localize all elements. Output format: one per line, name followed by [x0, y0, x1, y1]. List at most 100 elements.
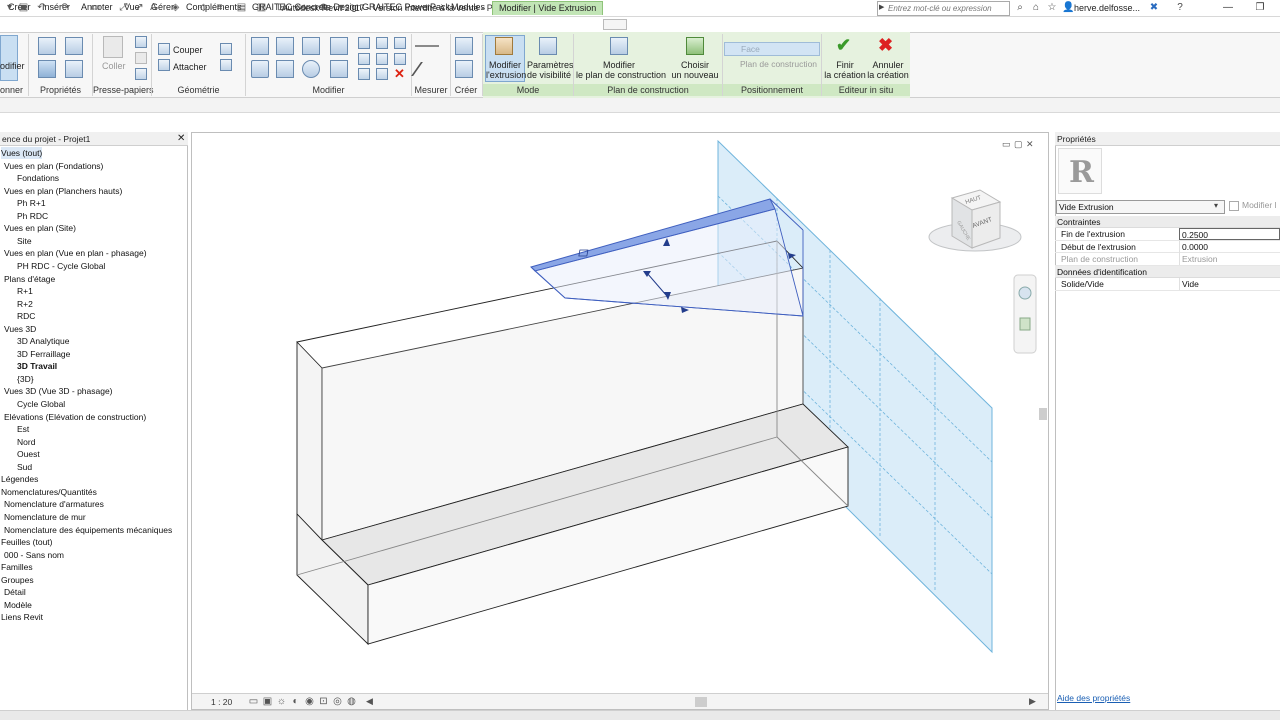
communication-center-icon[interactable]: ⌂ [1030, 2, 1042, 14]
select-panel-label[interactable]: onner [0, 84, 24, 96]
join-label[interactable]: Attacher [173, 62, 207, 72]
user-name[interactable]: herve.delfosse... [1074, 3, 1140, 13]
pick-new-label-2[interactable]: un nouveau [670, 70, 720, 80]
qat-measure-icon[interactable]: ⤢ [118, 2, 129, 13]
tab-graitec-powerpack[interactable]: GRAITEC PowerPack [356, 1, 456, 15]
prop-value-input[interactable]: 0.2500 [1179, 228, 1280, 240]
properties-help-link[interactable]: Aide des propriétés [1057, 693, 1130, 703]
family-category-icon[interactable] [65, 60, 83, 78]
finish-label-2[interactable]: la création [822, 70, 868, 80]
edit-work-plane-icon[interactable] [610, 37, 628, 55]
crop-icon[interactable]: ⊡ [318, 696, 329, 707]
type-properties-icon[interactable] [38, 37, 56, 55]
category-contraintes[interactable]: Contraintes [1055, 216, 1280, 228]
mirror-axis-icon[interactable] [302, 37, 320, 55]
type-selector[interactable]: Vide Extrusion [1056, 200, 1225, 214]
chevron-down-icon[interactable]: ▾ [1214, 201, 1218, 210]
pick-new-host-icon[interactable] [686, 37, 704, 55]
properties-icon[interactable] [65, 37, 83, 55]
copy-element-icon[interactable] [276, 60, 294, 78]
search-input[interactable]: Entrez mot-clé ou expression [877, 1, 1010, 16]
edit-work-plane-label-1[interactable]: Modifier [576, 60, 662, 70]
join-icon[interactable] [158, 59, 170, 71]
ribbon-options-toggle[interactable] [603, 19, 627, 30]
pin-icon[interactable] [394, 37, 406, 49]
cut-icon[interactable] [135, 36, 147, 48]
split-gap-icon[interactable] [376, 37, 388, 49]
qat-back-icon[interactable]: ⇦ [294, 2, 305, 13]
close-icon[interactable]: ✕ [177, 133, 185, 144]
tree-item[interactable]: Elévations (Elévation de construction) [4, 411, 146, 423]
split-icon[interactable] [358, 37, 370, 49]
reveal-hidden-icon[interactable]: ◍ [346, 696, 357, 707]
tree-item[interactable]: Modèle [4, 599, 32, 611]
visibility-settings-label-1[interactable]: Paramètres [527, 60, 574, 70]
copy-icon[interactable] [135, 52, 147, 64]
shadows-icon[interactable]: ◐ [290, 696, 301, 707]
tree-item[interactable]: Liens Revit [1, 611, 43, 623]
mirror-draw-icon[interactable] [330, 37, 348, 55]
unpin-icon[interactable] [394, 53, 406, 65]
face-button[interactable]: Face [724, 42, 820, 56]
wall-join-icon[interactable] [220, 43, 232, 55]
tab-modifier-vide-extrusion[interactable]: Modifier | Vide Extrusion [492, 1, 604, 15]
prop-value[interactable]: 0.0000 [1179, 240, 1280, 253]
tree-item[interactable]: Familles [1, 561, 33, 573]
sun-path-icon[interactable]: ☼ [276, 696, 287, 707]
tree-item[interactable]: Détail [4, 586, 26, 598]
tree-item[interactable]: Site [17, 235, 32, 247]
qat-thin-lines-icon[interactable]: ≡ [214, 2, 225, 13]
tree-item[interactable]: {3D} [17, 373, 34, 385]
scroll-right-icon[interactable]: ▶ [1029, 696, 1036, 707]
tree-item[interactable]: Nord [17, 436, 35, 448]
tree-item[interactable]: Groupes [1, 574, 34, 586]
tree-item[interactable]: Vues en plan (Site) [4, 222, 76, 234]
visibility-settings-label-2[interactable]: de visibilité [527, 70, 571, 80]
qat-dimension-icon[interactable]: ↗ [134, 2, 145, 13]
temp-hide-icon[interactable]: ◎ [332, 696, 343, 707]
array-icon[interactable] [358, 53, 370, 65]
restore-button[interactable]: ❐ [1252, 1, 1268, 15]
favorites-star-icon[interactable]: ☆ [1046, 2, 1058, 14]
work-plane-button[interactable]: Plan de construction [724, 58, 820, 72]
create-group-icon[interactable] [455, 37, 473, 55]
tree-item[interactable]: Ph RDC [17, 210, 48, 222]
tree-item[interactable]: 3D Travail [17, 360, 57, 372]
render-icon[interactable]: ◉ [304, 696, 315, 707]
tree-item[interactable]: RDC [17, 310, 35, 322]
tree-item[interactable]: Ouest [17, 448, 40, 460]
qat-undo-icon[interactable]: ↶ [36, 2, 47, 13]
trim-extend-icon[interactable] [330, 60, 348, 78]
move-icon[interactable] [251, 60, 269, 78]
exchange-apps-icon[interactable]: ✖ [1148, 2, 1160, 14]
tree-item[interactable]: Vues 3D [4, 323, 36, 335]
tree-item[interactable]: Ph R+1 [17, 197, 46, 209]
qat-redo-icon[interactable]: ↷ [60, 2, 71, 13]
tree-item[interactable]: Vues en plan (Vue en plan - phasage) [4, 247, 147, 259]
cancel-x-icon[interactable]: ✖ [878, 35, 893, 56]
qat-detail-icon[interactable]: ⊡ [276, 2, 287, 13]
tree-item[interactable]: PH RDC - Cycle Global [17, 260, 105, 272]
cut-geometry-label[interactable]: Couper [173, 45, 203, 55]
tab-modules[interactable]: Modules [445, 1, 491, 15]
prop-row-debut-extrusion[interactable]: Début de l'extrusion 0.0000 [1055, 240, 1280, 253]
tree-item[interactable]: Vues (tout) [1, 147, 43, 159]
prop-row-fin-extrusion[interactable]: Fin de l'extrusion 0.2500 [1055, 228, 1280, 241]
tree-item[interactable]: Fondations [17, 172, 59, 184]
finish-label-1[interactable]: Finir [822, 60, 868, 70]
qat-text-icon[interactable]: A [148, 2, 159, 13]
view-scale[interactable]: 1 : 20 [211, 697, 232, 707]
binoculars-icon[interactable]: ⌕ [1014, 2, 1026, 14]
cancel-label-1[interactable]: Annuler [866, 60, 910, 70]
edit-work-plane-label-2[interactable]: le plan de construction [576, 70, 666, 80]
tree-item[interactable]: Vues en plan (Planchers hauts) [4, 185, 122, 197]
tree-item[interactable]: Vues en plan (Fondations) [4, 160, 103, 172]
minimize-button[interactable]: — [1220, 1, 1236, 15]
delete-icon[interactable]: ✕ [394, 66, 405, 82]
tree-item[interactable]: Cycle Global [17, 398, 65, 410]
search-expand-icon[interactable]: ▶ [879, 3, 884, 11]
edit-type-button[interactable]: Modifier l [1229, 200, 1280, 214]
pick-new-label-1[interactable]: Choisir [670, 60, 720, 70]
qat-customize-icon[interactable]: ▾ [336, 2, 347, 13]
tree-item[interactable]: Nomenclature de mur [4, 511, 86, 523]
